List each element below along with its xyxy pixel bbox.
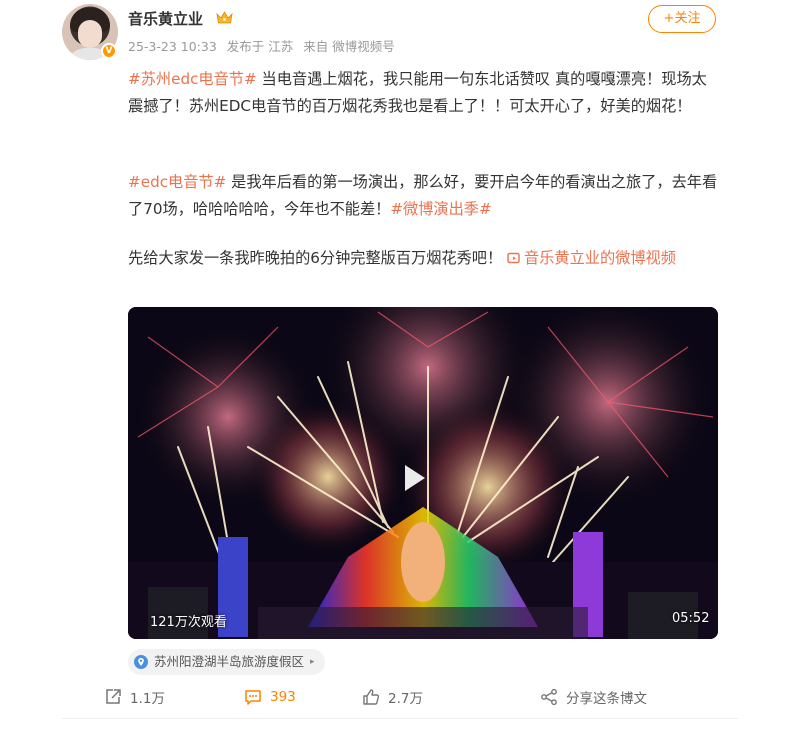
- location-chip[interactable]: 苏州阳澄湖半岛旅游度假区 ▸: [128, 649, 325, 675]
- post-location-text: 发布于 江苏: [226, 39, 294, 54]
- divider: [62, 718, 738, 719]
- video-link-label: 音乐黄立业的微博视频: [524, 249, 676, 267]
- repost-count: 1.1万: [130, 691, 165, 707]
- location-pin-icon: [134, 655, 148, 669]
- comment-button[interactable]: 393: [244, 680, 296, 714]
- topic-tag[interactable]: #微博演出季#: [390, 200, 491, 218]
- location-label: 苏州阳澄湖半岛旅游度假区: [154, 654, 305, 669]
- follow-button[interactable]: +关注: [648, 5, 716, 33]
- share-post-label: 分享这条博文: [566, 691, 647, 707]
- share-icon: [106, 689, 121, 704]
- author-name[interactable]: 音乐黄立业: [128, 8, 203, 29]
- topic-tag[interactable]: #苏州edc电音节#: [128, 70, 257, 88]
- like-button[interactable]: 2.7万: [362, 680, 423, 714]
- post-meta: 25-3-23 10:33 发布于 江苏 来自 微博视频号: [128, 36, 401, 55]
- crown-icon: [216, 11, 233, 24]
- post-paragraph-1: #苏州edc电音节# 当电音遇上烟花，我只能用一句东北话赞叹 真的嘎嘎漂亮！现场…: [128, 66, 718, 120]
- post-source: 来自 微博视频号: [303, 39, 395, 54]
- video-link[interactable]: 音乐黄立业的微博视频: [507, 249, 676, 267]
- chevron-right-icon: ▸: [310, 657, 315, 667]
- topic-tag[interactable]: #edc电音节#: [128, 173, 226, 191]
- thumbs-up-icon: [363, 689, 380, 705]
- post-paragraph-3: 先给大家发一条我昨晚拍的6分钟完整版百万烟花秀吧！ 音乐黄立业的微博视频: [128, 245, 718, 272]
- paragraph-text: 先给大家发一条我昨晚拍的6分钟完整版百万烟花秀吧！: [128, 249, 507, 267]
- post-paragraph-2: #edc电音节# 是我年后看的第一场演出，那么好，要开启今年的看演出之旅了，去年…: [128, 169, 718, 223]
- verified-badge-icon: V: [101, 43, 117, 59]
- video-duration: 05:52: [672, 611, 710, 626]
- video-link-icon: [507, 252, 520, 264]
- post-time[interactable]: 25-3-23 10:33: [128, 39, 217, 54]
- weibo-post-card: V 音乐黄立业 25-3-23 10:33 发布于 江苏 来自 微博视频号 +关…: [0, 0, 800, 733]
- view-count: 121万次观看: [150, 615, 227, 630]
- play-icon[interactable]: [385, 451, 439, 505]
- share-post-button[interactable]: 分享这条博文: [540, 680, 647, 714]
- like-count: 2.7万: [388, 691, 423, 707]
- comment-count: 393: [270, 689, 296, 705]
- comment-icon: [245, 690, 261, 705]
- repost-button[interactable]: 1.1万: [104, 680, 165, 714]
- forward-share-icon: [541, 688, 557, 706]
- action-bar: 1.1万 393 2.7万 分享这条博文: [0, 680, 800, 714]
